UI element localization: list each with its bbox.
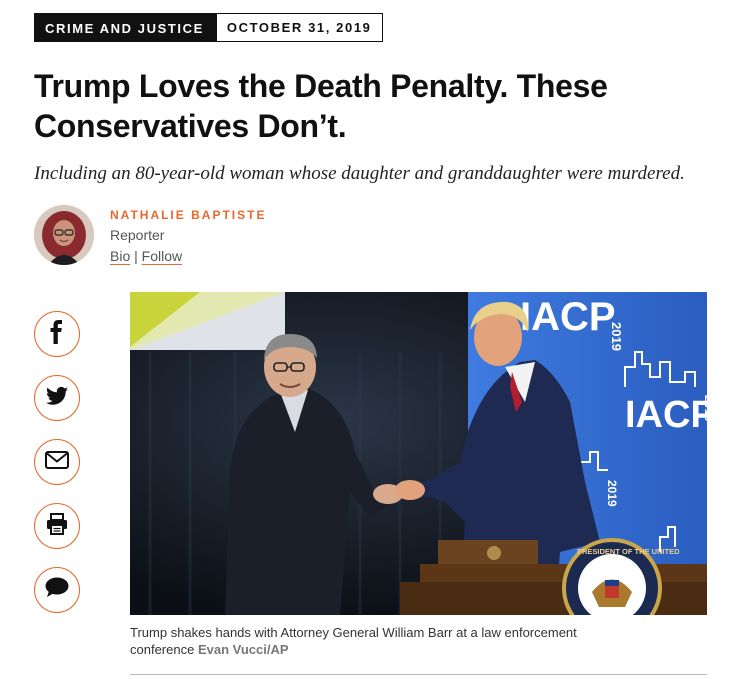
share-email-button[interactable] bbox=[34, 439, 80, 485]
share-bar bbox=[34, 311, 82, 631]
author-role: Reporter bbox=[110, 227, 165, 243]
article-photo[interactable]: IACP 2019 IACP 2019 2019 PRESIDENT OF TH… bbox=[130, 292, 707, 615]
banner-year-mid: 2019 bbox=[702, 395, 707, 422]
banner-iacp-top: IACP bbox=[520, 295, 616, 339]
email-icon bbox=[45, 450, 69, 474]
comment-icon bbox=[45, 577, 69, 603]
article-tags: CRIME AND JUSTICE OCTOBER 31, 2019 bbox=[34, 13, 383, 42]
author-avatar[interactable] bbox=[34, 205, 94, 265]
seal-text: PRESIDENT OF THE UNITED bbox=[577, 547, 680, 556]
comment-button[interactable] bbox=[34, 567, 80, 613]
photo-credit: Evan Vucci/AP bbox=[197, 642, 289, 657]
share-facebook-button[interactable] bbox=[34, 311, 80, 357]
date-tag: OCTOBER 31, 2019 bbox=[215, 13, 383, 42]
banner-year-bottom: 2019 bbox=[605, 480, 619, 507]
author-links-separator: | bbox=[134, 248, 138, 264]
photo-caption: Trump shakes hands with Attorney General… bbox=[130, 624, 630, 658]
author-links: Bio | Follow bbox=[110, 248, 182, 264]
print-button[interactable] bbox=[34, 503, 80, 549]
section-tag[interactable]: CRIME AND JUSTICE bbox=[34, 13, 216, 42]
follow-link[interactable]: Follow bbox=[142, 248, 182, 264]
banner-year-top: 2019 bbox=[609, 322, 624, 351]
bio-link[interactable]: Bio bbox=[110, 248, 130, 264]
author-name[interactable]: NATHALIE BAPTISTE bbox=[110, 208, 266, 222]
banner-iacp-mid: IACP bbox=[625, 394, 707, 436]
twitter-icon bbox=[46, 386, 68, 411]
facebook-icon bbox=[47, 319, 67, 349]
article-headline: Trump Loves the Death Penalty. These Con… bbox=[34, 68, 608, 144]
share-twitter-button[interactable] bbox=[34, 375, 80, 421]
article-dek: Including an 80-year-old woman whose dau… bbox=[34, 163, 685, 184]
print-icon bbox=[46, 512, 68, 540]
caption-divider bbox=[130, 674, 707, 675]
